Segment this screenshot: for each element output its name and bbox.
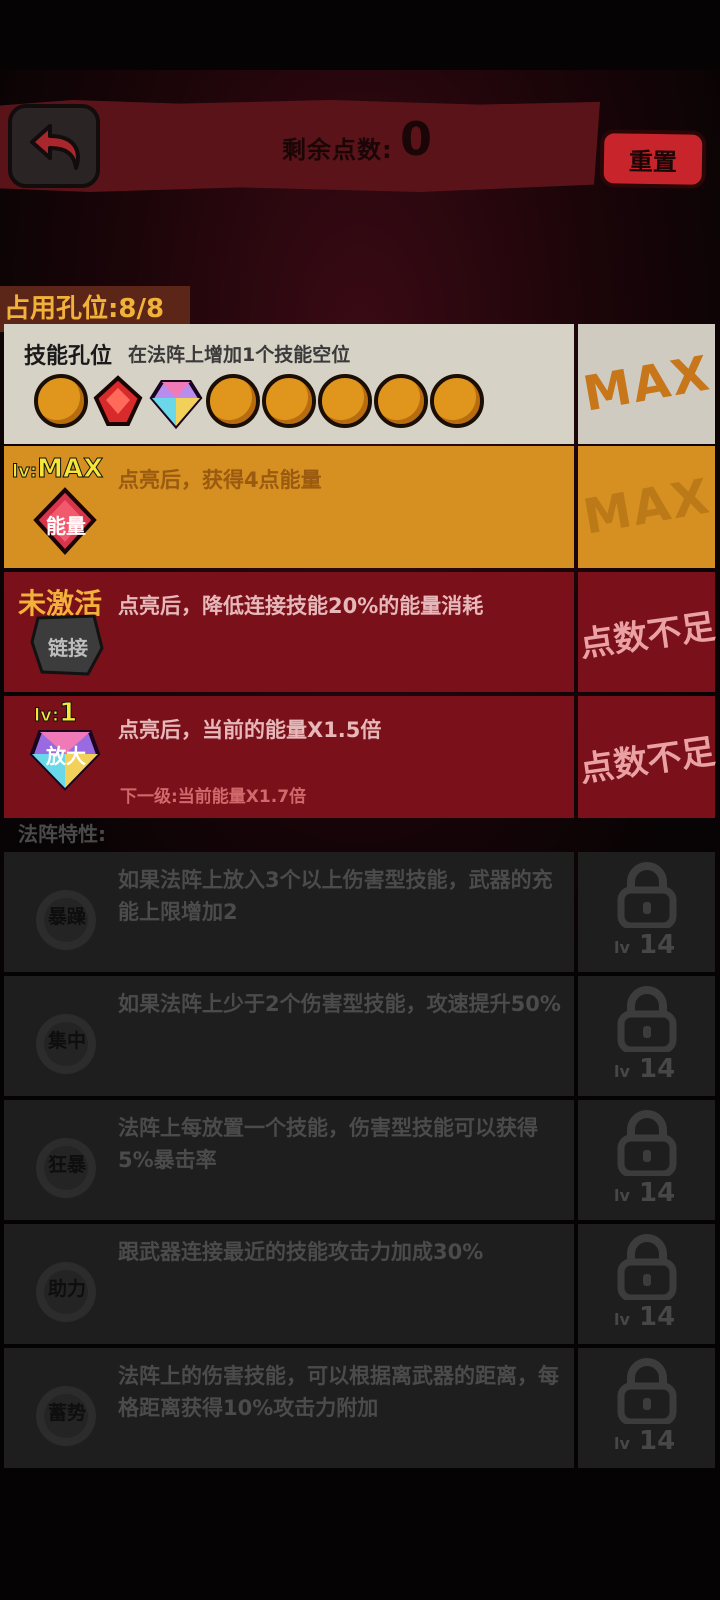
unlock-level: lv 14 xyxy=(614,930,676,960)
trait-desc: 跟武器连接最近的技能攻击力加成30% xyxy=(118,1240,484,1264)
trait-name: 集中 xyxy=(47,1030,86,1052)
insufficient-points-label: 点数不足 xyxy=(576,731,718,790)
energy-status: MAX xyxy=(578,446,715,568)
max-label: MAX xyxy=(578,345,715,423)
reset-button[interactable]: 重置 xyxy=(599,129,707,189)
amplify-row[interactable]: lv:1 放大 点亮后，当前的能量X1.5倍 下一级:当前能量X1.7倍 点数不… xyxy=(4,696,718,818)
trait-row[interactable]: 暴躁 如果法阵上放入3个以上伤害型技能，武器的充能上限增加2 lv 14 xyxy=(4,852,715,972)
red-gem-icon xyxy=(93,375,143,426)
slot-icons xyxy=(34,374,486,430)
max-label: MAX xyxy=(578,468,715,546)
remaining-points-value: 0 xyxy=(400,112,433,166)
back-arrow-icon xyxy=(30,124,80,170)
coin-icon xyxy=(430,374,484,428)
unlock-level: lv 14 xyxy=(614,1178,676,1208)
traits-heading: 法阵特性: xyxy=(18,822,106,846)
trait-desc: 如果法阵上少于2个伤害型技能，攻速提升50% xyxy=(118,992,561,1016)
trait-row[interactable]: 助力 跟武器连接最近的技能攻击力加成30% lv 14 xyxy=(4,1224,715,1344)
trait-lock: lv 14 xyxy=(578,1224,715,1344)
amplify-badge: 放大 xyxy=(46,743,86,768)
back-button[interactable] xyxy=(8,104,100,188)
coin-icon xyxy=(206,374,260,428)
coin-icon xyxy=(262,374,316,428)
trait-lock: lv 14 xyxy=(578,852,715,972)
lock-icon xyxy=(617,862,677,928)
energy-row[interactable]: lv:MAX 能量 点亮后，获得4点能量 MAX xyxy=(4,446,715,568)
insufficient-points-label: 点数不足 xyxy=(576,606,718,665)
amplify-desc: 点亮后，当前的能量X1.5倍 xyxy=(118,718,382,742)
unlock-level: lv 14 xyxy=(614,1426,676,1456)
lock-icon xyxy=(617,1110,677,1176)
skill-slots-title: 技能孔位 xyxy=(24,344,113,369)
link-desc: 点亮后，降低连接技能20%的能量消耗 xyxy=(118,594,484,618)
rainbow-gem-icon xyxy=(149,380,203,430)
coin-icon xyxy=(34,374,88,428)
skill-slots-desc: 在法阵上增加1个技能空位 xyxy=(128,344,351,366)
link-status: 点数不足 xyxy=(576,572,718,692)
lock-icon xyxy=(617,986,677,1052)
trait-lock: lv 14 xyxy=(578,976,715,1096)
trait-lock: lv 14 xyxy=(578,1100,715,1220)
link-badge: 链接 xyxy=(48,635,88,660)
link-row[interactable]: 未激活 链接 点亮后，降低连接技能20%的能量消耗 点数不足 xyxy=(4,572,718,692)
trait-name: 暴躁 xyxy=(47,906,86,928)
coin-icon xyxy=(374,374,428,428)
trait-name: 狂暴 xyxy=(47,1154,86,1176)
trait-desc: 法阵上的伤害技能，可以根据离武器的距离，每格距离获得10%攻击力附加 xyxy=(118,1364,559,1420)
trait-name: 助力 xyxy=(47,1278,86,1300)
coin-icon xyxy=(318,374,372,428)
skill-slots-status: MAX xyxy=(578,324,715,444)
unlock-level: lv 14 xyxy=(614,1302,676,1332)
trait-row[interactable]: 狂暴 法阵上每放置一个技能，伤害型技能可以获得5%暴击率 lv 14 xyxy=(4,1100,715,1220)
amplify-status: 点数不足 xyxy=(576,696,718,818)
unlock-level: lv 14 xyxy=(614,1054,676,1084)
remaining-points-label: 剩余点数: xyxy=(282,136,393,164)
trait-desc: 法阵上每放置一个技能，伤害型技能可以获得5%暴击率 xyxy=(118,1116,538,1172)
trait-row[interactable]: 集中 如果法阵上少于2个伤害型技能，攻速提升50% lv 14 xyxy=(4,976,715,1096)
energy-level: lv:MAX xyxy=(11,454,104,485)
trait-name: 蓄势 xyxy=(47,1402,86,1424)
lock-icon xyxy=(617,1234,677,1300)
skill-slots-row[interactable]: 技能孔位 在法阵上增加1个技能空位 MAX xyxy=(4,324,715,444)
energy-badge: 能量 xyxy=(46,513,86,538)
amplify-next-level: 下一级:当前能量X1.7倍 xyxy=(120,787,307,807)
lock-icon xyxy=(617,1358,677,1424)
trait-lock: lv 14 xyxy=(578,1348,715,1468)
energy-desc: 点亮后，获得4点能量 xyxy=(118,468,322,492)
trait-row[interactable]: 蓄势 法阵上的伤害技能，可以根据离武器的距离，每格距离获得10%攻击力附加 lv… xyxy=(4,1348,715,1468)
trait-desc: 如果法阵上放入3个以上伤害型技能，武器的充能上限增加2 xyxy=(118,868,553,924)
